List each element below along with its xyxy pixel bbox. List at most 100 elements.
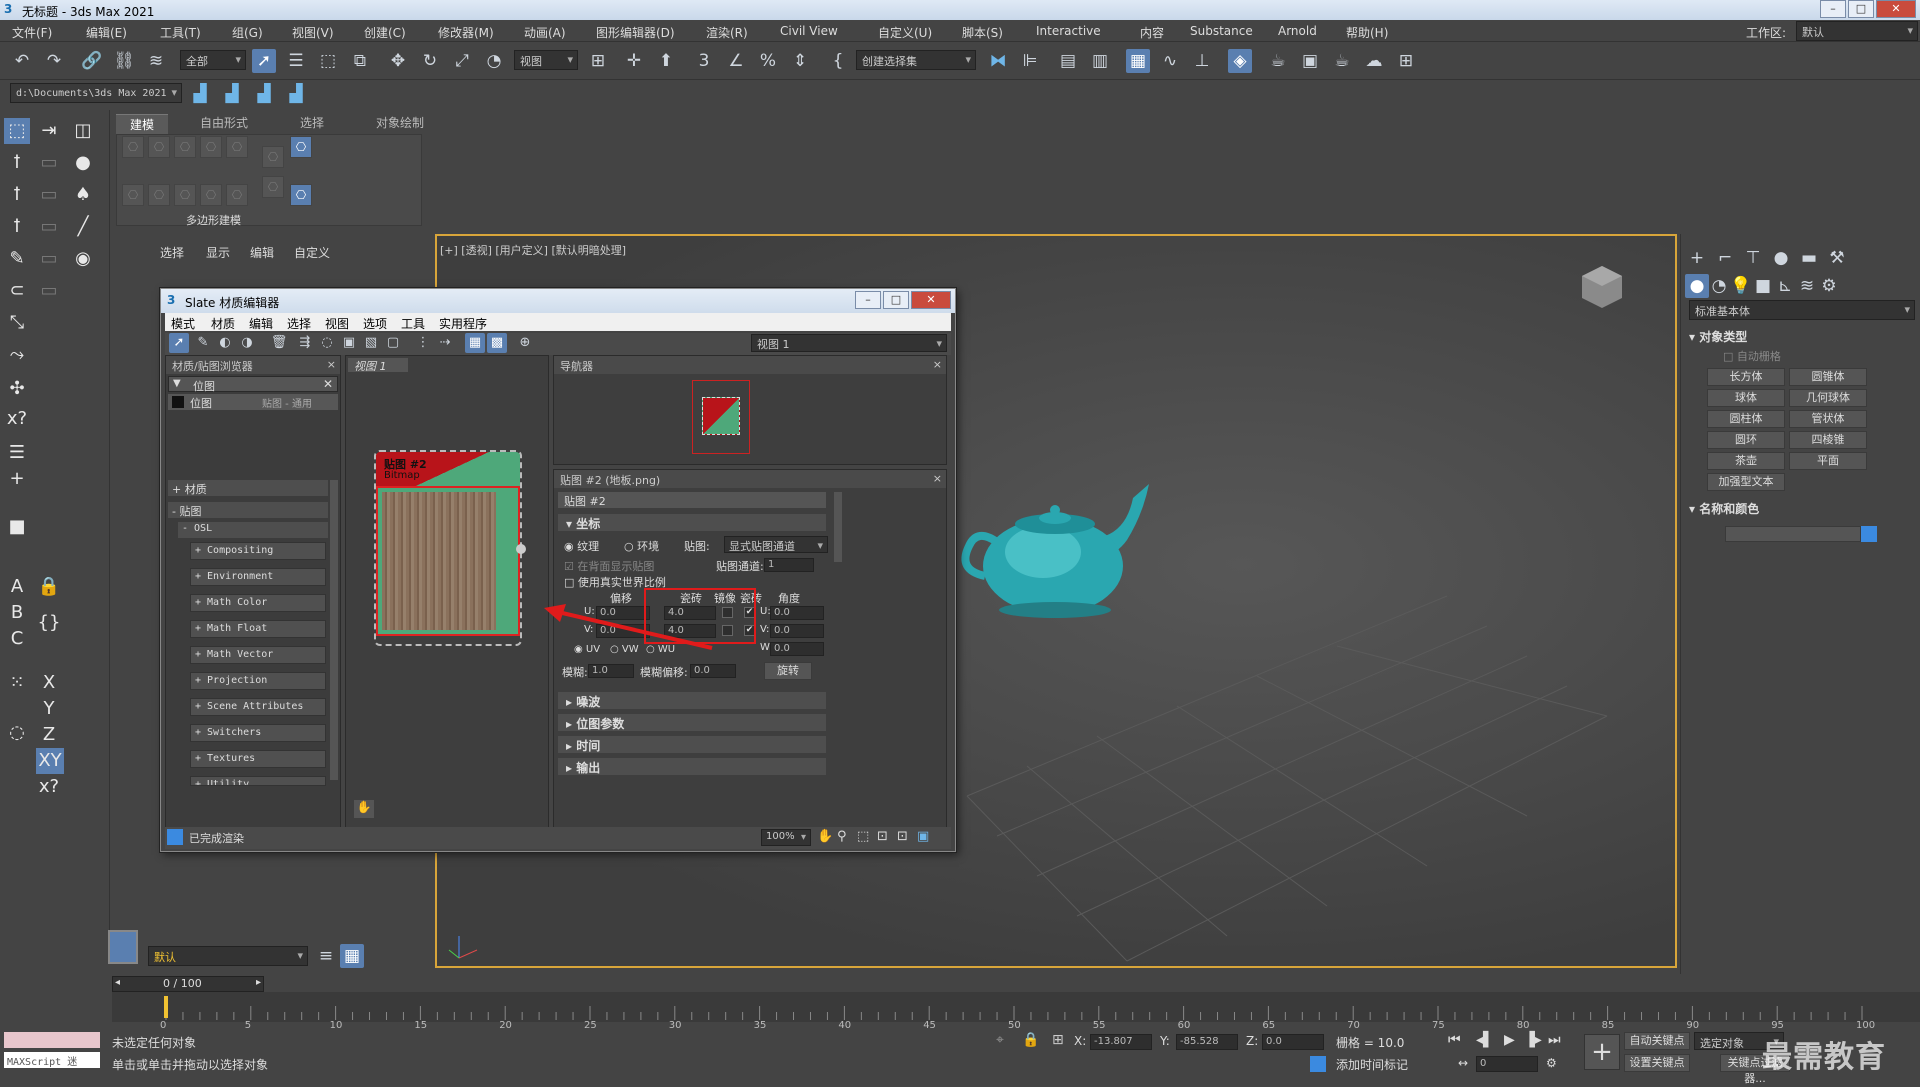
osl-environment[interactable]: + Environment xyxy=(190,568,326,586)
slate-minimize-button[interactable]: – xyxy=(855,291,881,309)
ruler-icon[interactable]: ╱ xyxy=(70,214,96,240)
osl-utility[interactable]: + Utility xyxy=(190,776,326,786)
ribbon-tool-14[interactable]: ⎔ xyxy=(290,184,312,206)
slate-background-icon[interactable]: ▧ xyxy=(361,333,381,353)
node-view[interactable]: 视图 1 贴图 #2 Bitmap ✋ xyxy=(345,355,549,833)
osl-projection[interactable]: + Projection xyxy=(190,672,326,690)
named-selection-dropdown[interactable]: 创建选择集 xyxy=(856,50,976,70)
zoom-dropdown[interactable]: 100% xyxy=(761,829,811,846)
cylinder-button[interactable]: 圆柱体 xyxy=(1707,410,1785,428)
frame-all-icon[interactable]: ▣ xyxy=(917,829,929,844)
bind-spacewarp-icon[interactable]: ≋ xyxy=(144,49,168,73)
slate-menu-edit[interactable]: 编辑 xyxy=(249,315,273,332)
text-b-icon[interactable]: B xyxy=(4,600,30,626)
ribbon-tool-11[interactable]: ⎔ xyxy=(262,146,284,168)
environ-radio[interactable]: ○ 环境 xyxy=(624,538,659,554)
schematic-view-icon[interactable]: ⊥ xyxy=(1190,49,1214,73)
ribbon-tool-4[interactable]: ⎔ xyxy=(200,136,222,158)
scene-tab-edit[interactable]: 编辑 xyxy=(250,244,274,261)
pivot-center-icon[interactable]: ⊞ xyxy=(586,49,610,73)
v-angle-input[interactable]: 0.0 xyxy=(770,624,824,638)
selection-lock-icon[interactable]: 🔒 xyxy=(1022,1032,1039,1048)
autogrid-checkbox[interactable]: □ 自动栅格 xyxy=(1723,348,1781,364)
set-key-button[interactable]: 设置关键点 xyxy=(1624,1054,1690,1072)
next-frame-icon[interactable]: ▸ xyxy=(256,977,261,988)
slate-menu-select[interactable]: 选择 xyxy=(287,315,311,332)
menu-views[interactable]: 视图(V) xyxy=(292,24,334,41)
object-name-input[interactable] xyxy=(1725,526,1861,542)
brush-icon[interactable]: ꝉ xyxy=(4,182,30,208)
view-tab[interactable]: 视图 1 xyxy=(348,358,408,373)
zoom-region-icon[interactable]: ⬚ xyxy=(857,829,869,844)
blur-offset-input[interactable]: 0.0 xyxy=(690,664,736,678)
add-icon[interactable]: + xyxy=(4,466,30,492)
rect-selection-icon[interactable]: ⬚ xyxy=(316,49,340,73)
ribbon-tool-10[interactable]: ⎔ xyxy=(226,184,248,206)
slate-menu-tools[interactable]: 工具 xyxy=(401,315,425,332)
create-project-icon[interactable]: ▟ xyxy=(220,82,244,106)
window-crossing-icon[interactable]: ⧉ xyxy=(348,49,372,73)
snaps-toggle-icon[interactable]: 3 xyxy=(692,49,716,73)
utilities-tab-icon[interactable]: ⚒ xyxy=(1825,246,1849,270)
zoom-extents-icon[interactable]: ⊡ xyxy=(877,829,888,844)
slate-select-by-material-icon[interactable]: ⊕ xyxy=(515,333,535,353)
next-key-icon[interactable]: ▐▸ xyxy=(1524,1032,1542,1048)
category-material[interactable]: + 材质 xyxy=(168,480,328,496)
teapot-button[interactable]: 茶壶 xyxy=(1707,452,1785,470)
play-icon[interactable]: ▶ xyxy=(1504,1032,1515,1048)
track-bar[interactable] xyxy=(112,992,1920,1022)
browser-close-icon[interactable]: × xyxy=(327,358,336,371)
rotate-button[interactable]: 旋转 xyxy=(764,662,812,680)
ribbon-footer[interactable]: 多边形建模 xyxy=(186,212,241,228)
axis-z-icon[interactable]: Z xyxy=(36,722,62,748)
slate-menu-material[interactable]: 材质 xyxy=(211,315,235,332)
y-coordinate-input[interactable]: -85.528 xyxy=(1176,1034,1238,1050)
ribbon-tool-12[interactable]: ⎔ xyxy=(262,176,284,198)
plane-button[interactable]: 平面 xyxy=(1789,452,1867,470)
set-key-big-icon[interactable]: + xyxy=(1584,1034,1620,1070)
project-path-dropdown[interactable]: d:\Documents\3ds Max 2021 xyxy=(10,83,182,103)
osl-switchers[interactable]: + Switchers xyxy=(190,724,326,742)
ribbon-tool-9[interactable]: ⎔ xyxy=(200,184,222,206)
pan-hand-icon[interactable]: ✋ xyxy=(354,800,374,818)
axis-xy-icon[interactable]: XY xyxy=(36,748,64,774)
scene-tab-customize[interactable]: 自定义 xyxy=(294,244,330,261)
param-scrollbar[interactable] xyxy=(834,492,842,562)
layout-5-icon[interactable]: ▭ xyxy=(36,246,62,272)
browser-search-input[interactable]: ▼ 位图 ✕ xyxy=(168,376,338,393)
shapes-icon[interactable]: ◔ xyxy=(1707,274,1731,298)
hierarchy-tab-icon[interactable]: ⊤ xyxy=(1741,246,1765,270)
object-type-header[interactable]: ▾ 对象类型 xyxy=(1689,328,1747,345)
motion-tab-icon[interactable]: ● xyxy=(1769,246,1793,270)
isolate-icon[interactable]: ⌖ xyxy=(996,1032,1004,1048)
slate-material-map-navigator-icon[interactable]: ▦ xyxy=(465,333,485,353)
menu-interactive[interactable]: Interactive xyxy=(1036,24,1101,38)
text-a-icon[interactable]: A xyxy=(4,574,30,600)
menu-scripting[interactable]: 脚本(S) xyxy=(962,24,1003,41)
align-icon[interactable]: ⊫ xyxy=(1018,49,1042,73)
object-color-swatch[interactable] xyxy=(1861,526,1877,542)
menu-group[interactable]: 组(G) xyxy=(232,24,263,41)
workspace-dropdown[interactable]: 默认 xyxy=(1796,21,1918,41)
slate-hide-icon[interactable]: ◌ xyxy=(317,333,337,353)
menu-rendering[interactable]: 渲染(R) xyxy=(706,24,748,41)
select-tool-icon[interactable]: ⬚ xyxy=(4,118,30,144)
scene-tab-display[interactable]: 显示 xyxy=(206,244,230,261)
globe-icon[interactable]: ◉ xyxy=(70,246,96,272)
node-header[interactable]: 贴图 #2 Bitmap xyxy=(376,452,520,486)
auto-key-button[interactable]: 自动关键点 xyxy=(1624,1032,1690,1050)
ribbon-tool-2[interactable]: ⎔ xyxy=(148,136,170,158)
z-coordinate-input[interactable]: 0.0 xyxy=(1262,1034,1324,1050)
menu-tools[interactable]: 工具(T) xyxy=(160,24,201,41)
tube-button[interactable]: 管状体 xyxy=(1789,410,1867,428)
slate-show-map-icon[interactable]: ▣ xyxy=(339,333,359,353)
lasso-icon[interactable]: ꝉ xyxy=(4,150,30,176)
layer-explorer-icon[interactable]: ▤ xyxy=(1056,49,1080,73)
slate-menu-options[interactable]: 选项 xyxy=(363,315,387,332)
menu-help[interactable]: 帮助(H) xyxy=(1346,24,1388,41)
slate-move-children-icon[interactable]: ⇶ xyxy=(295,333,315,353)
goto-start-icon[interactable]: ⏮ xyxy=(1448,1032,1461,1048)
scene-explorer-icon[interactable]: ▦ xyxy=(1126,49,1150,73)
name-color-header[interactable]: ▾ 名称和颜色 xyxy=(1689,500,1759,517)
a360-gallery-icon[interactable]: ⊞ xyxy=(1394,49,1418,73)
